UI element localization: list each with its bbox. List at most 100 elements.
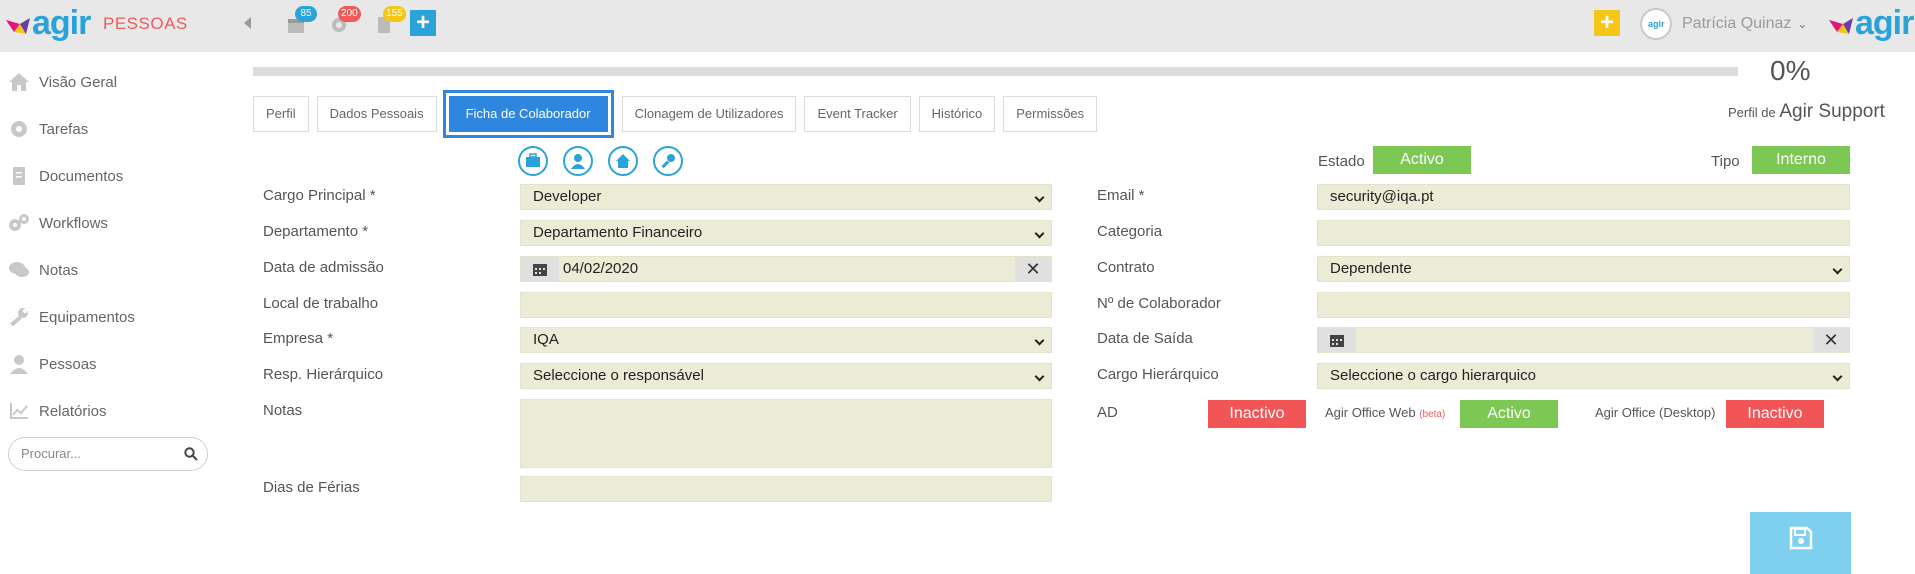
tab-clonagem-de-utilizadores[interactable]: Clonagem de Utilizadores (621, 96, 797, 132)
office-desktop-label: Agir Office (Desktop) (1595, 405, 1716, 420)
add-button[interactable]: + (410, 10, 436, 36)
cargo-hierarquico-select[interactable]: Seleccione o cargo hierarquico (1317, 363, 1850, 389)
sidebar-item-label: Workflows (39, 214, 108, 232)
tab-dados-pessoais[interactable]: Dados Pessoais (316, 96, 437, 132)
bird-logo-icon (1829, 18, 1853, 40)
tasks-notification[interactable]: 200 (330, 6, 361, 34)
tab-perfil[interactable]: Perfil (253, 96, 309, 132)
sidebar: Visão Geral Tarefas Documentos Workflows… (0, 52, 215, 574)
home-icon[interactable] (608, 146, 638, 176)
profile-progress-bar (253, 67, 1738, 76)
data-admissao-field[interactable]: 04/02/2020 ✕ (520, 256, 1052, 282)
sidebar-item-label: Relatórios (39, 402, 107, 420)
ad-toggle[interactable]: Inactivo (1208, 400, 1306, 428)
search-input[interactable] (21, 446, 171, 461)
chart-icon (8, 401, 30, 421)
sidebar-item-workflows[interactable]: Workflows (0, 203, 215, 243)
calendar-button[interactable] (521, 257, 559, 281)
calendar-badge: 85 (295, 6, 317, 22)
tab-event-tracker[interactable]: Event Tracker (804, 96, 911, 132)
data-admissao-label: Data de admissão (263, 259, 384, 276)
sidebar-item-tarefas[interactable]: Tarefas (0, 109, 215, 149)
office-web-toggle[interactable]: Activo (1460, 400, 1558, 428)
data-saida-field[interactable]: ✕ (1317, 327, 1850, 353)
save-icon (1789, 526, 1813, 550)
chevron-down-icon (1034, 228, 1045, 239)
sidebar-item-pessoas[interactable]: Pessoas (0, 344, 215, 384)
clear-date-button[interactable]: ✕ (1015, 257, 1051, 281)
avatar: agir (1640, 8, 1672, 40)
cargo-principal-select[interactable]: Developer (520, 184, 1052, 210)
dias-ferias-label: Dias de Férias (263, 479, 360, 496)
resp-hierarquico-select[interactable]: Seleccione o responsável (520, 363, 1052, 389)
save-button[interactable] (1750, 512, 1851, 574)
search-box[interactable] (8, 437, 208, 471)
sidebar-item-notas[interactable]: Notas (0, 250, 215, 290)
sidebar-item-visao-geral[interactable]: Visão Geral (0, 62, 215, 102)
tab-permissoes[interactable]: Permissões (1003, 96, 1098, 132)
clear-date-button[interactable]: ✕ (1813, 328, 1849, 352)
sidebar-item-equipamentos[interactable]: Equipamentos (0, 297, 215, 337)
chevron-down-icon (1034, 371, 1045, 382)
beta-tag: (beta) (1419, 409, 1446, 420)
calendar-notification[interactable]: 85 (287, 6, 317, 34)
gear-icon (8, 119, 30, 139)
module-title: PESSOAS (103, 14, 188, 33)
categoria-input[interactable] (1317, 220, 1850, 246)
search-icon[interactable] (184, 447, 198, 461)
chevron-down-icon (1034, 192, 1045, 203)
empresa-select[interactable]: IQA (520, 327, 1052, 353)
sidebar-item-label: Equipamentos (39, 308, 135, 326)
documents-notification[interactable]: 155 (375, 6, 406, 34)
office-desktop-toggle[interactable]: Inactivo (1726, 400, 1824, 428)
departamento-label: Departamento * (263, 223, 369, 240)
user-badge-icon[interactable] (563, 146, 593, 176)
calendar-icon (1330, 335, 1344, 347)
email-input[interactable]: security@iqa.pt (1317, 184, 1850, 210)
collapse-sidebar-icon[interactable] (244, 17, 251, 29)
data-saida-label: Data de Saída (1097, 330, 1193, 347)
documents-badge: 155 (383, 6, 406, 22)
tab-historico[interactable]: Histórico (918, 96, 996, 132)
cargo-principal-label: Cargo Principal * (263, 187, 376, 204)
chevron-down-icon (1034, 335, 1045, 346)
sidebar-item-documentos[interactable]: Documentos (0, 156, 215, 196)
tasks-badge: 200 (338, 6, 361, 22)
profile-prefix: Perfil de (1728, 105, 1776, 120)
local-trabalho-label: Local de trabalho (263, 295, 379, 312)
profile-owner: Perfil de Agir Support (1728, 101, 1885, 123)
chat-icon (8, 260, 30, 280)
agir-logo[interactable]: agir (6, 6, 91, 40)
notas-textarea[interactable] (520, 399, 1052, 468)
tab-ficha-de-colaborador[interactable]: Ficha de Colaborador (442, 90, 614, 138)
sidebar-item-relatorios[interactable]: Relatórios (0, 391, 215, 431)
progress-percentage: 0% (1770, 55, 1811, 86)
key-icon[interactable] (653, 146, 683, 176)
calendar-button[interactable] (1318, 328, 1356, 352)
quick-add-button[interactable]: + (1594, 10, 1620, 36)
n-colaborador-label: Nº de Colaborador (1097, 295, 1221, 312)
calendar-icon (533, 264, 547, 276)
n-colaborador-input[interactable] (1317, 292, 1850, 318)
tab-bar: Perfil Dados Pessoais Ficha de Colaborad… (253, 90, 1105, 138)
user-menu[interactable]: agir Patrícia Quinaz ⌄ (1640, 8, 1807, 40)
tipo-toggle[interactable]: Interno (1752, 146, 1850, 174)
home-icon (8, 72, 30, 92)
contrato-label: Contrato (1097, 259, 1155, 276)
sidebar-item-label: Documentos (39, 167, 124, 185)
data-admissao-value: 04/02/2020 (563, 260, 639, 277)
shortcut-icons (518, 146, 698, 176)
user-name: Patrícia Quinaz (1682, 15, 1792, 32)
profile-name: Agir Support (1779, 101, 1885, 122)
sidebar-item-label: Pessoas (39, 355, 97, 373)
bird-logo-icon (6, 18, 30, 40)
contrato-select[interactable]: Dependente (1317, 256, 1850, 282)
estado-toggle[interactable]: Activo (1373, 146, 1471, 174)
departamento-select[interactable]: Departamento Financeiro (520, 220, 1052, 246)
logo-text: agir (1855, 4, 1914, 42)
briefcase-icon[interactable] (518, 146, 548, 176)
dias-ferias-input[interactable] (520, 476, 1052, 502)
local-trabalho-input[interactable] (520, 292, 1052, 318)
estado-label: Estado (1318, 153, 1365, 170)
cargo-hierarquico-label: Cargo Hierárquico (1097, 366, 1219, 383)
